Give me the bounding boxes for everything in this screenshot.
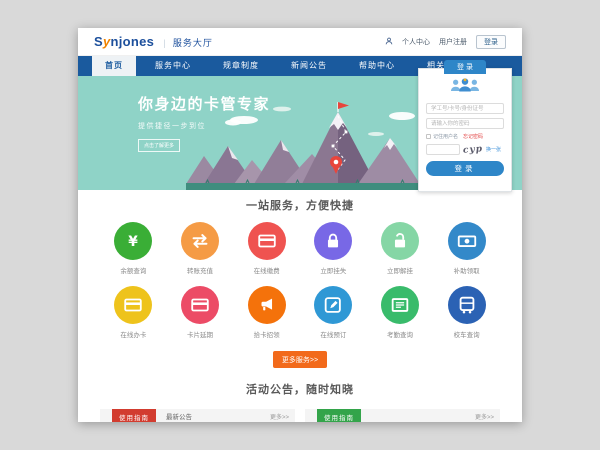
service-item-found-card-claim[interactable]: 拾卡招领: [233, 286, 300, 339]
announcement-columns: 使用指南 最新公告 更多>> 使用指南 更多>>: [78, 409, 522, 422]
announcement-column-left: 使用指南 最新公告 更多>>: [100, 409, 295, 422]
service-label: 在线缴费: [254, 265, 280, 275]
more-link-right[interactable]: 更多>>: [475, 412, 494, 421]
announcements-title: 活动公告，随时知晓: [78, 381, 522, 397]
nav-item-service-center[interactable]: 服务中心: [142, 56, 204, 76]
transfer-icon: [181, 222, 219, 260]
announcement-tabbar-right: 使用指南 更多>>: [305, 409, 500, 422]
header-login-button[interactable]: 登录: [476, 35, 506, 49]
service-label: 转账充值: [187, 265, 213, 275]
services-title: 一站服务，方便快捷: [78, 197, 522, 213]
personal-center-link[interactable]: 个人中心: [402, 37, 430, 47]
list-icon: [381, 286, 419, 324]
services-grid: ¥ 余额查询 转账充值 在线缴费 立即挂失 立即解挂 补助领取在线办卡 卡片延期 拾卡招领 在线预…: [100, 222, 500, 339]
forgot-password-link[interactable]: 忘记密码: [463, 133, 483, 140]
service-item-attendance-query[interactable]: 考勤查询: [367, 286, 434, 339]
service-label: 考勤查询: [387, 329, 413, 339]
header-links: 个人中心 用户注册 登录: [385, 35, 506, 49]
lock-icon: [314, 222, 352, 260]
hero-subtitle: 提供捷径一步到位: [138, 121, 270, 131]
announcement-tabbar-left: 使用指南 最新公告 更多>>: [100, 409, 295, 422]
service-label: 校车查询: [454, 329, 480, 339]
service-item-online-payment[interactable]: 在线缴费: [233, 222, 300, 275]
nav-item-home[interactable]: 首页: [92, 56, 136, 76]
captcha-image[interactable]: cyp: [463, 144, 484, 155]
service-label: 卡片延期: [187, 329, 213, 339]
user-icon: [385, 37, 393, 47]
edit-icon: [314, 286, 352, 324]
tab-latest-news[interactable]: 最新公告: [166, 411, 192, 421]
more-services-button[interactable]: 更多服务>>: [273, 351, 327, 368]
site-header: Synjones | 服务大厅 个人中心 用户注册 登录: [78, 28, 522, 56]
service-label: 在线预订: [320, 329, 346, 339]
nav-item-rules[interactable]: 规章制度: [210, 56, 272, 76]
tab-usage-guide-left[interactable]: 使用指南: [112, 409, 156, 422]
username-input[interactable]: [426, 103, 504, 114]
megaphone-icon: [248, 286, 286, 324]
logo-accent: y: [103, 34, 111, 49]
captcha-input[interactable]: [426, 144, 460, 155]
service-label: 拾卡招领: [254, 329, 280, 339]
login-submit-button[interactable]: 登录: [426, 161, 504, 176]
bank-card-icon: [248, 222, 286, 260]
users-icon: [426, 77, 504, 99]
bus-icon: [448, 286, 486, 324]
hero-cta-button[interactable]: 点击了解更多: [138, 139, 180, 152]
register-link[interactable]: 用户注册: [439, 37, 467, 47]
hero-text: 你身边的卡管专家 提供捷径一步到位 点击了解更多: [138, 93, 270, 152]
service-item-online-card-apply[interactable]: 在线办卡: [100, 286, 167, 339]
remember-checkbox[interactable]: [426, 134, 431, 139]
banknote-icon: [448, 222, 486, 260]
service-item-online-booking[interactable]: 在线预订: [300, 286, 367, 339]
nav-item-help-center[interactable]: 帮助中心: [346, 56, 408, 76]
captcha-refresh-link[interactable]: 换一张: [486, 146, 501, 153]
service-label: 立即挂失: [320, 265, 346, 275]
browser-page: Synjones | 服务大厅 个人中心 用户注册 登录 首页服务中心规章制度新闻公…: [78, 28, 522, 422]
synjones-logo[interactable]: Synjones | 服务大厅: [94, 34, 213, 49]
announcement-column-right: 使用指南 更多>>: [305, 409, 500, 422]
yen-icon: ¥: [114, 222, 152, 260]
captcha-row: cyp 换一张: [426, 144, 504, 155]
login-options: 记住用户名 忘记密码: [426, 133, 504, 140]
service-item-report-loss[interactable]: 立即挂失: [300, 222, 367, 275]
service-label: 立即解挂: [387, 265, 413, 275]
hero-title: 你身边的卡管专家: [138, 93, 270, 114]
service-item-cancel-loss[interactable]: 立即解挂: [367, 222, 434, 275]
bank-card-icon: [181, 286, 219, 324]
desktop-background: Synjones | 服务大厅 个人中心 用户注册 登录 首页服务中心规章制度新闻公…: [0, 0, 600, 450]
service-label: 余额查询: [120, 265, 146, 275]
remember-label: 记住用户名: [433, 133, 458, 140]
service-item-card-renewal[interactable]: 卡片延期: [167, 286, 234, 339]
service-item-transfer-recharge[interactable]: 转账充值: [167, 222, 234, 275]
site-title: 服务大厅: [173, 38, 213, 48]
unlock-icon: [381, 222, 419, 260]
service-item-school-bus-query[interactable]: 校车查询: [433, 286, 500, 339]
service-item-subsidy-collect[interactable]: 补助领取: [433, 222, 500, 275]
svg-text:¥: ¥: [129, 234, 139, 250]
logo-divider: |: [163, 38, 166, 48]
password-input[interactable]: [426, 118, 504, 129]
tab-usage-guide-right[interactable]: 使用指南: [317, 409, 361, 422]
service-label: 补助领取: [454, 265, 480, 275]
service-item-balance-query[interactable]: ¥ 余额查询: [100, 222, 167, 275]
logo-text-2: njones: [111, 34, 155, 49]
announcements-section: 活动公告，随时知晓 使用指南 最新公告 更多>> 使用指南 更多>>: [78, 381, 522, 422]
services-section: 一站服务，方便快捷 ¥ 余额查询 转账充值 在线缴费 立即挂失 立即解挂 补助领取在线办卡 卡…: [78, 190, 522, 368]
nav-item-news[interactable]: 新闻公告: [278, 56, 340, 76]
more-link-left[interactable]: 更多>>: [270, 412, 289, 421]
login-panel: 登录 记住用户名 忘记密码 cyp 换一张 登录: [418, 68, 512, 192]
bank-card-icon: [114, 286, 152, 324]
service-label: 在线办卡: [120, 329, 146, 339]
logo-text: S: [94, 34, 103, 49]
login-tab[interactable]: 登录: [444, 60, 486, 74]
